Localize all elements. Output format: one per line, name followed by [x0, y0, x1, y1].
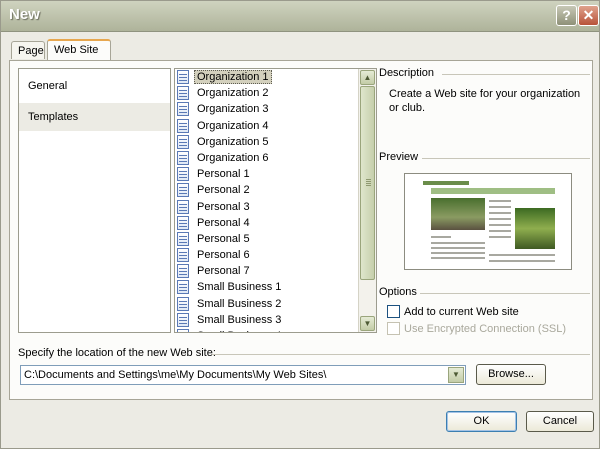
template-label: Personal 1 [197, 168, 250, 181]
location-value: C:\Documents and Settings\me\My Document… [24, 369, 327, 381]
web-page-icon [177, 280, 189, 295]
template-label: Organization 4 [197, 119, 269, 132]
location-combobox[interactable]: C:\Documents and Settings\me\My Document… [20, 365, 466, 385]
template-item[interactable]: Personal 5 [175, 231, 358, 247]
template-label: Small Business 2 [197, 297, 282, 310]
template-item[interactable]: Organization 4 [175, 118, 358, 134]
options-heading: Options [379, 286, 417, 298]
options-divider [420, 293, 590, 294]
template-label: Organization 6 [197, 151, 269, 164]
web-page-icon [177, 134, 189, 149]
tab-page[interactable]: Page [11, 41, 45, 59]
template-label: Organization 3 [197, 103, 269, 116]
ssl-label: Use Encrypted Connection (SSL) [404, 323, 567, 335]
template-label: Organization 5 [197, 135, 269, 148]
description-heading: Description [379, 67, 435, 79]
location-divider [212, 354, 590, 355]
web-page-icon [177, 231, 189, 246]
description-divider [442, 74, 590, 75]
description-text: Create a Web site for your organization … [389, 88, 581, 114]
tab-web-site[interactable]: Web Site [47, 39, 111, 60]
template-item[interactable]: Organization 3 [175, 101, 358, 117]
add-to-current-checkbox[interactable] [387, 305, 400, 318]
web-page-icon [177, 264, 189, 279]
template-label: Organization 2 [197, 87, 269, 100]
preview-heading: Preview [379, 151, 419, 163]
template-label: Personal 5 [197, 232, 250, 245]
template-item[interactable]: Personal 4 [175, 215, 358, 231]
template-item[interactable]: Small Business 4 [175, 328, 358, 332]
template-label: Organization 1 [194, 70, 272, 84]
ok-button[interactable]: OK [446, 411, 517, 432]
web-page-icon [177, 329, 189, 332]
web-page-icon [177, 86, 189, 101]
web-page-icon [177, 183, 189, 198]
browse-button[interactable]: Browse... [476, 364, 546, 385]
web-page-icon [177, 118, 189, 133]
preview-divider [422, 158, 590, 159]
template-item[interactable]: Small Business 3 [175, 312, 358, 328]
template-item[interactable]: Personal 6 [175, 247, 358, 263]
template-item[interactable]: Small Business 1 [175, 279, 358, 295]
template-label: Small Business 3 [197, 313, 282, 326]
template-scrollbar[interactable]: ▲ ▼ [358, 69, 376, 332]
web-page-icon [177, 70, 189, 84]
scroll-up-arrow-icon[interactable]: ▲ [360, 70, 375, 85]
template-items: Organization 1 Organization 2 Organization… [175, 69, 358, 332]
template-item[interactable]: Small Business 2 [175, 296, 358, 312]
add-to-current-label: Add to current Web site [404, 306, 519, 318]
web-page-icon [177, 167, 189, 182]
title-bar[interactable]: New ? ✕ [1, 1, 599, 32]
grip-icon [366, 179, 371, 180]
template-list: Organization 1 Organization 2 Organization… [174, 68, 377, 333]
template-label: Personal 3 [197, 200, 250, 213]
location-label: Specify the location of the new Web site… [18, 347, 216, 359]
template-item[interactable]: Organization 5 [175, 134, 358, 150]
template-item[interactable]: Organization 2 [175, 85, 358, 101]
web-page-icon [177, 312, 189, 327]
category-templates[interactable]: Templates [19, 103, 170, 131]
template-preview-image [404, 173, 572, 270]
web-page-icon [177, 150, 189, 165]
template-item[interactable]: Personal 3 [175, 199, 358, 215]
new-dialog: New ? ✕ Page Web Site General Templates … [0, 0, 600, 449]
template-label: Small Business 4 [194, 330, 284, 332]
window-title: New [9, 6, 40, 23]
web-page-icon [177, 215, 189, 230]
template-item[interactable]: Personal 7 [175, 263, 358, 279]
web-page-icon [177, 248, 189, 263]
scroll-thumb[interactable] [360, 86, 375, 280]
close-button[interactable]: ✕ [578, 5, 599, 26]
help-button[interactable]: ? [556, 5, 577, 26]
tab-panel: General Templates Organization 1 Organiza… [9, 60, 593, 400]
ssl-checkbox [387, 322, 400, 335]
chevron-down-icon[interactable]: ▼ [448, 367, 464, 383]
template-item[interactable]: Organization 1 [175, 69, 358, 85]
web-page-icon [177, 199, 189, 214]
template-label: Personal 6 [197, 249, 250, 262]
category-list: General Templates [18, 68, 171, 333]
template-label: Personal 2 [197, 184, 250, 197]
category-general[interactable]: General [19, 72, 170, 100]
template-item[interactable]: Personal 1 [175, 166, 358, 182]
template-item[interactable]: Personal 2 [175, 182, 358, 198]
web-page-icon [177, 102, 189, 117]
template-label: Personal 4 [197, 216, 250, 229]
cancel-button[interactable]: Cancel [526, 411, 594, 432]
template-item[interactable]: Organization 6 [175, 150, 358, 166]
template-label: Personal 7 [197, 265, 250, 278]
scroll-down-arrow-icon[interactable]: ▼ [360, 316, 375, 331]
template-label: Small Business 1 [197, 281, 282, 294]
web-page-icon [177, 296, 189, 311]
